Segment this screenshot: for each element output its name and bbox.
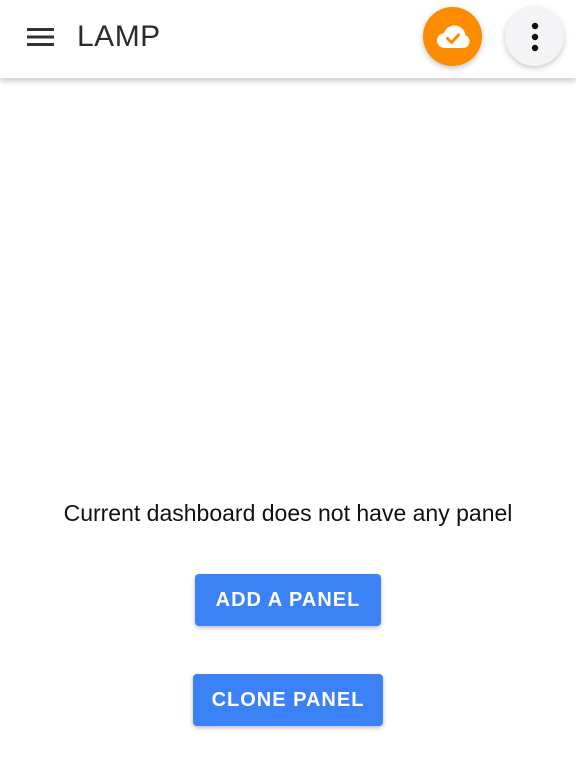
more-options-button[interactable] (505, 7, 564, 66)
add-panel-button[interactable]: ADD A PANEL (195, 574, 381, 626)
menu-button[interactable] (22, 18, 60, 56)
app-root: LAMP Current dashboard does not have any… (0, 0, 576, 758)
cloud-done-icon (436, 25, 469, 48)
app-title: LAMP (77, 20, 161, 53)
empty-dashboard-message: Current dashboard does not have any pane… (63, 500, 513, 526)
more-vertical-icon (531, 22, 538, 51)
clone-panel-button[interactable]: CLONE PANEL (193, 674, 383, 726)
app-bar: LAMP (0, 0, 576, 78)
hamburger-menu-icon (27, 28, 54, 46)
sync-status-button[interactable] (423, 7, 482, 66)
